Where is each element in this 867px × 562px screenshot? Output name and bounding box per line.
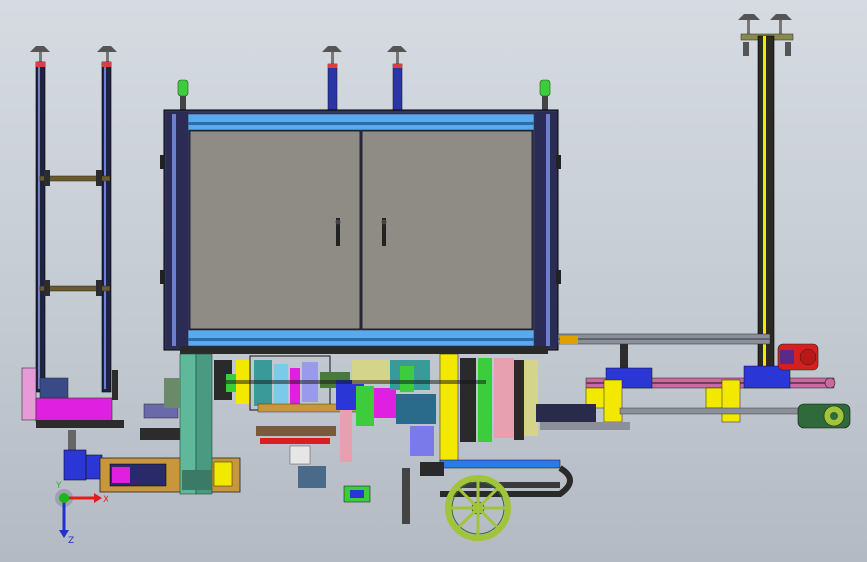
gear-motor-icon bbox=[797, 403, 851, 429]
stack-light bbox=[177, 79, 189, 110]
right-tower bbox=[557, 14, 794, 374]
cad-viewport[interactable]: X Y Z bbox=[0, 0, 867, 562]
lower-mechanism bbox=[164, 353, 630, 524]
motor-icon bbox=[777, 343, 819, 371]
leveling-foot bbox=[97, 46, 117, 62]
z-axis-label: Z bbox=[68, 536, 74, 544]
door-handle-icon bbox=[381, 218, 387, 246]
y-axis-dot bbox=[59, 493, 69, 503]
cabinet-door-left bbox=[189, 130, 361, 330]
leveling-foot bbox=[322, 46, 342, 64]
stack-light bbox=[539, 79, 551, 110]
center-columns bbox=[322, 46, 407, 117]
leveling-foot bbox=[387, 46, 407, 64]
x-axis-label: X bbox=[103, 495, 108, 505]
x-axis-arrowhead bbox=[94, 493, 102, 503]
y-axis-label: Y bbox=[55, 481, 62, 491]
flywheel bbox=[445, 475, 511, 541]
view-orientation-triad[interactable]: X Y Z bbox=[48, 478, 108, 544]
leveling-foot bbox=[738, 14, 760, 34]
left-frame bbox=[21, 46, 124, 428]
leveling-foot bbox=[30, 46, 50, 62]
control-cabinet bbox=[160, 109, 561, 354]
machine-assembly-drawing[interactable] bbox=[0, 0, 867, 562]
cabinet-door-right bbox=[361, 130, 533, 330]
leveling-foot bbox=[770, 14, 792, 34]
indicator-lights bbox=[177, 79, 551, 110]
door-handle-icon bbox=[335, 218, 341, 246]
